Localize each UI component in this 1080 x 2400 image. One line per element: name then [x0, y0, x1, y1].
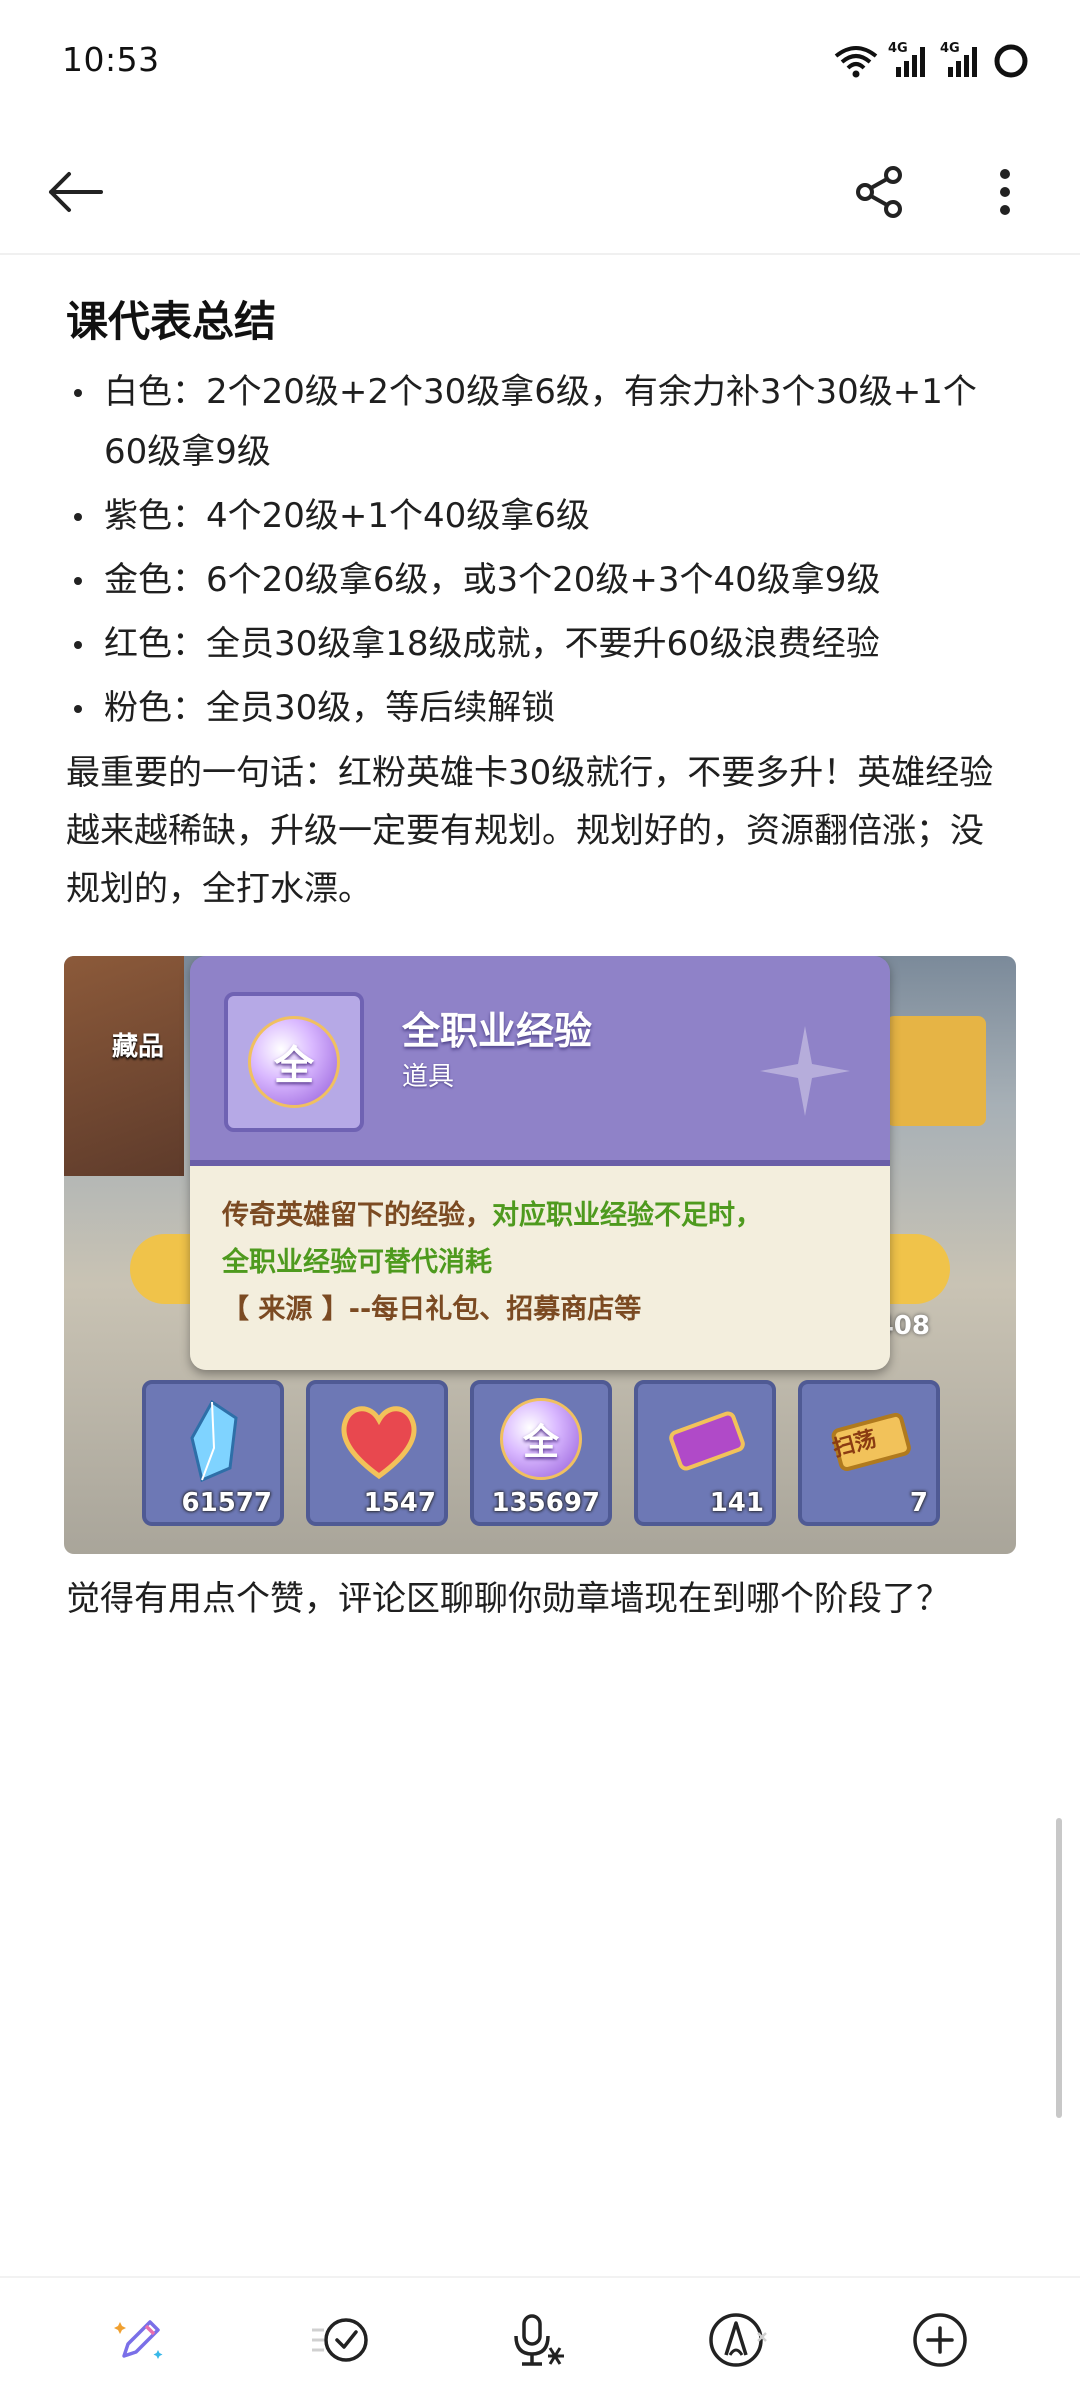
bullet-dot — [74, 641, 82, 649]
ticket-purple-icon — [669, 1411, 745, 1471]
heart-icon — [341, 1406, 417, 1480]
back-button[interactable] — [40, 157, 110, 227]
description-text: 传奇英雄留下的经验， — [222, 1200, 492, 1231]
item-description: 传奇英雄留下的经验，对应职业经验不足时， 全职业经验可替代消耗 【 来源 】--… — [222, 1192, 862, 1333]
checklist-button[interactable] — [308, 2308, 372, 2372]
all-class-exp-orb-icon: 全 — [248, 1016, 340, 1108]
list-item: 紫色：4个20级+1个40级拿6级 — [66, 486, 1016, 546]
inventory-slot: 141 — [634, 1380, 776, 1526]
sparkle-icon — [760, 1026, 850, 1116]
collection-label: 藏品 — [112, 1032, 165, 1062]
list-item: 粉色：全员30级，等后续解锁 — [66, 678, 1016, 738]
inventory-row: 61577 1547 全 135697 141 扫荡 7 — [142, 1380, 942, 1530]
more-vertical-icon — [1000, 169, 1010, 215]
item-count: 141 — [709, 1488, 764, 1518]
crystal-icon — [190, 1399, 238, 1483]
status-bar: 10:53 4G 4G — [0, 0, 1080, 120]
ai-assist-button[interactable] — [108, 2308, 172, 2372]
signal-4g-icon: 4G — [888, 41, 930, 79]
bullet-dot — [74, 705, 82, 713]
item-source: 【 来源 】--每日礼包、招募商店等 — [222, 1294, 642, 1325]
inventory-slot: 1547 — [306, 1380, 448, 1526]
description-highlight: 全职业经验可替代消耗 — [222, 1247, 492, 1278]
list-item-text: 粉色：全员30级，等后续解锁 — [104, 688, 556, 728]
signal-4g-icon: 4G — [940, 41, 982, 79]
description-line: 传奇英雄留下的经验，对应职业经验不足时， — [222, 1192, 862, 1239]
app-bar-divider — [0, 253, 1080, 255]
game-screenshot-image[interactable]: 藏品 408 全 全职业经验 道具 传奇英雄留下的经验，对应职业经验不足时， 全… — [64, 956, 1016, 1554]
item-title: 全职业经验 — [402, 1009, 593, 1053]
list-item: 红色：全员30级拿18级成就，不要升60级浪费经验 — [66, 614, 1016, 674]
item-count: 61577 — [181, 1488, 272, 1518]
background-decoration — [64, 956, 184, 1176]
item-count: 135697 — [491, 1488, 600, 1518]
scrollbar[interactable] — [1056, 1818, 1062, 2118]
add-button[interactable] — [908, 2308, 972, 2372]
app-bar — [0, 140, 1080, 255]
add-circle-icon — [913, 2313, 967, 2367]
battery-ring-icon — [994, 44, 1028, 78]
list-item-text: 红色：全员30级拿18级成就，不要升60级浪费经验 — [104, 624, 880, 664]
voice-to-text-button[interactable] — [508, 2308, 572, 2372]
checklist-icon — [312, 2318, 368, 2362]
bottom-toolbar — [0, 2276, 1080, 2400]
status-time: 10:53 — [62, 40, 160, 79]
list-item-text: 金色：6个20级拿6级，或3个20级+3个40级拿9级 — [104, 560, 881, 600]
background-decoration — [886, 1016, 986, 1126]
list-item-text: 白色：2个20级+2个30级拿6级，有余力补3个30级+1个60级拿9级 — [104, 372, 977, 472]
share-icon — [856, 166, 902, 218]
list-item: 金色：6个20级拿6级，或3个20级+3个40级拿9级 — [66, 550, 1016, 610]
description-highlight: 对应职业经验不足时， — [492, 1200, 762, 1231]
section-heading: 课代表总结 — [66, 297, 277, 346]
bullet-dot — [74, 389, 82, 397]
closing-paragraph: 觉得有用点个赞，评论区聊聊你勋章墙现在到哪个阶段了？ — [66, 1579, 950, 1619]
inventory-slot: 扫荡 7 — [798, 1380, 940, 1526]
article-content: 课代表总结 白色：2个20级+2个30级拿6级，有余力补3个30级+1个60级拿… — [66, 290, 1016, 918]
more-options-button[interactable] — [970, 157, 1040, 227]
status-icons: 4G 4G — [834, 41, 1030, 80]
inventory-slot: 全 135697 — [470, 1380, 612, 1526]
share-button[interactable] — [845, 157, 915, 227]
all-class-exp-orb-icon: 全 — [500, 1398, 582, 1480]
popup-header: 全 全职业经验 道具 — [190, 956, 890, 1166]
bullet-dot — [74, 513, 82, 521]
list-item-text: 紫色：4个20级+1个40级拿6级 — [104, 496, 590, 536]
voice-to-text-icon — [514, 2314, 564, 2366]
item-count: 7 — [909, 1488, 928, 1518]
item-type: 道具 — [402, 1062, 455, 1092]
list-item: 白色：2个20级+2个30级拿6级，有余力补3个30级+1个60级拿9级 — [66, 362, 1016, 482]
handwriting-button[interactable] — [706, 2308, 770, 2372]
inventory-slot: 61577 — [142, 1380, 284, 1526]
summary-list: 白色：2个20级+2个30级拿6级，有余力补3个30级+1个60级拿9级 紫色：… — [66, 362, 1016, 738]
item-tooltip-popup: 全 全职业经验 道具 传奇英雄留下的经验，对应职业经验不足时， 全职业经验可替代… — [190, 956, 890, 1370]
key-paragraph: 最重要的一句话：红粉英雄卡30级就行，不要多升！英雄经验越来越稀缺，升级一定要有… — [66, 753, 994, 909]
handwriting-icon — [709, 2313, 767, 2367]
ai-pen-sparkle-icon — [114, 2320, 163, 2359]
bullet-dot — [74, 577, 82, 585]
wifi-icon — [834, 46, 878, 78]
arrow-left-icon — [49, 172, 103, 212]
item-icon-frame: 全 — [224, 992, 364, 1132]
item-count: 1547 — [363, 1488, 436, 1518]
